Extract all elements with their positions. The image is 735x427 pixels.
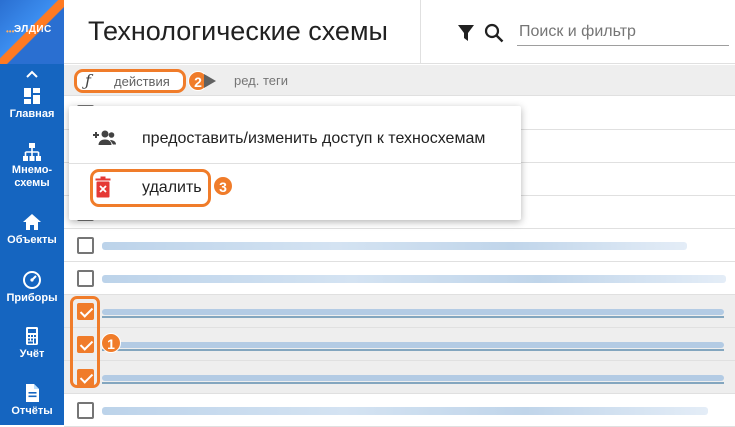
row-title-redacted	[102, 375, 724, 381]
sidebar-item-accounting[interactable]: Учёт	[0, 326, 64, 361]
table-row[interactable]	[64, 262, 735, 295]
logo-text: ЭЛДИС	[14, 24, 52, 35]
table-row[interactable]	[64, 361, 735, 394]
edit-tags-button[interactable]: ред. теги	[234, 73, 288, 88]
search-input[interactable]	[517, 18, 729, 46]
toolbar: ƒ действия 2 ред. теги	[64, 65, 735, 96]
dashboard-icon	[24, 88, 40, 104]
sidebar-item-home-page[interactable]: Главная	[0, 86, 64, 121]
row-title-redacted	[102, 242, 687, 250]
actions-button[interactable]: ƒ действия	[74, 69, 186, 93]
chevron-up-icon[interactable]	[22, 66, 42, 82]
sidebar-item-label: Приборы	[6, 292, 58, 304]
tag-icon[interactable]	[204, 74, 216, 88]
sidebar-item-devices[interactable]: Приборы	[0, 270, 64, 305]
row-title-redacted	[102, 407, 708, 415]
header-divider	[420, 0, 421, 64]
row-title-redacted	[102, 275, 726, 283]
sidebar-item-label: Главная	[9, 108, 55, 120]
menu-item-label: предоставить/изменить доступ к техносхем…	[142, 130, 486, 147]
delete-highlight	[90, 169, 211, 207]
sidebar: ••• ЭЛДИС Главная Мнемо- схемы Объекты П…	[0, 0, 64, 425]
row-underline	[102, 316, 724, 318]
filter-icon[interactable]	[457, 24, 475, 42]
row-underline	[102, 349, 724, 351]
table-row[interactable]	[64, 229, 735, 262]
step-badge-1: 1	[101, 333, 121, 353]
table-row[interactable]	[64, 394, 735, 427]
row-checkbox[interactable]	[77, 270, 94, 287]
sidebar-item-objects[interactable]: Объекты	[0, 212, 64, 247]
sidebar-item-reports[interactable]: Отчёты	[0, 383, 64, 418]
menu-item-share-access[interactable]: предоставить/изменить доступ к техносхем…	[69, 114, 521, 164]
table-row[interactable]	[64, 295, 735, 328]
document-icon	[26, 384, 39, 402]
actions-label: действия	[114, 74, 170, 89]
page-title: Технологические схемы	[88, 16, 388, 46]
calculator-icon	[26, 327, 38, 345]
sidebar-item-label: Объекты	[7, 234, 57, 246]
row-checkbox[interactable]	[77, 237, 94, 254]
selected-checkboxes-highlight	[70, 296, 100, 388]
row-underline	[102, 382, 724, 384]
sidebar-item-mnemoschemes[interactable]: Мнемо- схемы	[0, 142, 64, 190]
search-icon[interactable]	[484, 23, 504, 43]
people-add-icon	[93, 130, 116, 145]
sidebar-item-label-line2: схемы	[14, 177, 50, 189]
gauge-icon	[23, 271, 41, 289]
row-title-redacted	[102, 342, 724, 348]
header: Технологические схемы	[64, 0, 735, 64]
sitemap-icon	[23, 143, 41, 161]
sidebar-item-label: Учёт	[19, 348, 45, 360]
home-icon	[23, 214, 41, 230]
function-icon: ƒ	[85, 71, 91, 90]
logo[interactable]: ••• ЭЛДИС	[0, 0, 64, 64]
row-checkbox[interactable]	[77, 402, 94, 419]
sidebar-item-label: Отчёты	[11, 405, 53, 417]
table-row[interactable]	[64, 328, 735, 361]
row-title-redacted	[102, 309, 724, 315]
sidebar-item-label: Мнемо-	[11, 164, 53, 176]
step-badge-3: 3	[213, 176, 233, 196]
